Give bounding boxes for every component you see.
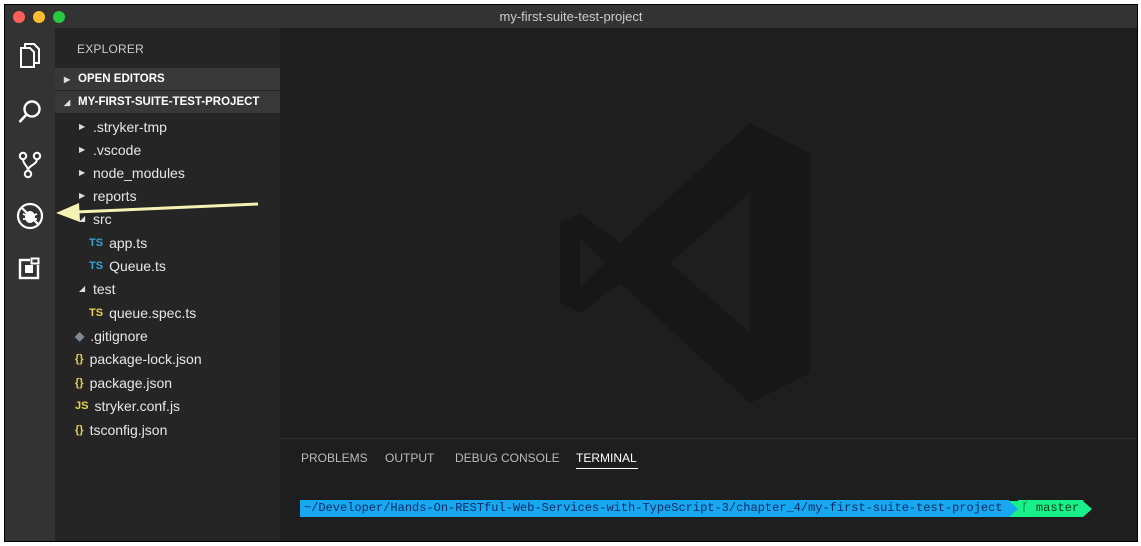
explorer-title: EXPLORER — [77, 42, 144, 56]
extensions-icon[interactable] — [12, 250, 48, 286]
tree-item-reports[interactable]: ▶ reports — [55, 184, 304, 207]
json-file-icon: {} — [75, 423, 84, 436]
tree-item-label: .gitignore — [90, 327, 148, 344]
tree-item-package-lock-json[interactable]: {} package-lock.json — [55, 347, 300, 370]
tree-item-node-modules[interactable]: ▶ node_modules — [55, 161, 304, 184]
typescript-spec-file-icon: TS — [89, 306, 104, 319]
tree-item-src[interactable]: ◢ src — [55, 207, 304, 230]
tree-item-label: src — [93, 210, 112, 227]
terminal-path: ~/Developer/Hands-On-RESTful-Web-Service… — [300, 500, 1009, 517]
tab-output[interactable]: OUTPUT — [385, 451, 434, 465]
tree-item-label: reports — [93, 187, 137, 204]
chevron-right-icon: ▶ — [79, 168, 86, 177]
tree-item-vscode[interactable]: ▶ .vscode — [55, 138, 304, 161]
typescript-file-icon: TS — [89, 236, 104, 249]
tree-item-label: .stryker-tmp — [93, 118, 167, 135]
explorer-sidebar: EXPLORER ▶ OPEN EDITORS ◢ MY-FIRST-SUITE… — [55, 28, 280, 541]
branch-name: master — [1035, 501, 1080, 515]
window-title: my-first-suite-test-project — [499, 9, 643, 24]
bottom-panel: PROBLEMS OUTPUT DEBUG CONSOLE TERMINAL ~… — [280, 438, 1137, 541]
tree-item-gitignore[interactable]: ◆ .gitignore — [55, 324, 300, 347]
tree-item-stryker-tmp[interactable]: ▶ .stryker-tmp — [55, 115, 304, 138]
project-label: MY-FIRST-SUITE-TEST-PROJECT — [78, 96, 260, 108]
editor-area[interactable] — [280, 28, 1137, 438]
chevron-down-icon: ◢ — [79, 214, 86, 223]
explorer-icon[interactable] — [12, 38, 48, 74]
tree-item-tsconfig-json[interactable]: {} tsconfig.json — [55, 418, 300, 441]
tab-debug-console[interactable]: DEBUG CONSOLE — [455, 451, 560, 465]
source-control-icon[interactable] — [12, 147, 48, 183]
javascript-file-icon: JS — [75, 399, 89, 412]
tree-item-label: app.ts — [109, 234, 148, 251]
tree-item-label: package.json — [89, 374, 173, 391]
json-file-icon: {} — [75, 352, 84, 365]
git-branch: ᚴ master — [1017, 500, 1084, 517]
branch-icon: ᚴ — [1021, 501, 1036, 515]
tree-item-app-ts[interactable]: TS app.ts — [55, 231, 314, 254]
title-bar: my-first-suite-test-project — [5, 5, 1137, 28]
vscode-watermark-logo — [560, 123, 810, 403]
chevron-right-icon: ▶ — [79, 145, 86, 154]
project-section[interactable]: ◢ MY-FIRST-SUITE-TEST-PROJECT — [55, 91, 280, 113]
search-icon[interactable] — [12, 94, 48, 130]
chevron-down-icon: ◢ — [64, 97, 71, 107]
json-file-icon: {} — [75, 376, 84, 389]
git-file-icon: ◆ — [75, 328, 85, 343]
debug-icon[interactable] — [12, 198, 48, 234]
chevron-right-icon: ▶ — [64, 74, 71, 84]
open-editors-section[interactable]: ▶ OPEN EDITORS — [55, 68, 280, 90]
prompt-separator — [1008, 500, 1018, 517]
tree-item-label: tsconfig.json — [89, 421, 168, 438]
tab-problems[interactable]: PROBLEMS — [301, 451, 368, 465]
tree-item-label: stryker.conf.js — [94, 397, 181, 414]
tab-terminal[interactable]: TERMINAL — [576, 451, 637, 465]
chevron-right-icon: ▶ — [79, 191, 86, 200]
tree-item-test[interactable]: ◢ test — [55, 277, 304, 300]
tree-item-label: Queue.ts — [109, 257, 166, 274]
prompt-end-separator — [1083, 500, 1093, 517]
active-tab-indicator — [576, 468, 638, 469]
vscode-window: my-first-suite-test-project EXPLORER ▶ O… — [4, 4, 1138, 542]
chevron-down-icon: ◢ — [79, 284, 86, 293]
tree-item-label: package-lock.json — [89, 350, 202, 367]
tree-item-label: node_modules — [93, 164, 185, 181]
typescript-file-icon: TS — [89, 259, 104, 272]
terminal-prompt[interactable]: ~/Developer/Hands-On-RESTful-Web-Service… — [300, 500, 1093, 517]
tree-item-label: test — [93, 280, 116, 297]
tree-item-package-json[interactable]: {} package.json — [55, 371, 300, 394]
open-editors-label: OPEN EDITORS — [78, 73, 165, 85]
tree-item-stryker-conf-js[interactable]: JS stryker.conf.js — [55, 394, 300, 417]
tree-item-label: .vscode — [93, 141, 142, 158]
tree-item-queue-ts[interactable]: TS Queue.ts — [55, 254, 314, 277]
tree-item-label: queue.spec.ts — [109, 304, 197, 321]
tree-item-queue-spec-ts[interactable]: TS queue.spec.ts — [55, 301, 314, 324]
chevron-right-icon: ▶ — [79, 122, 86, 131]
activity-bar — [5, 28, 55, 541]
